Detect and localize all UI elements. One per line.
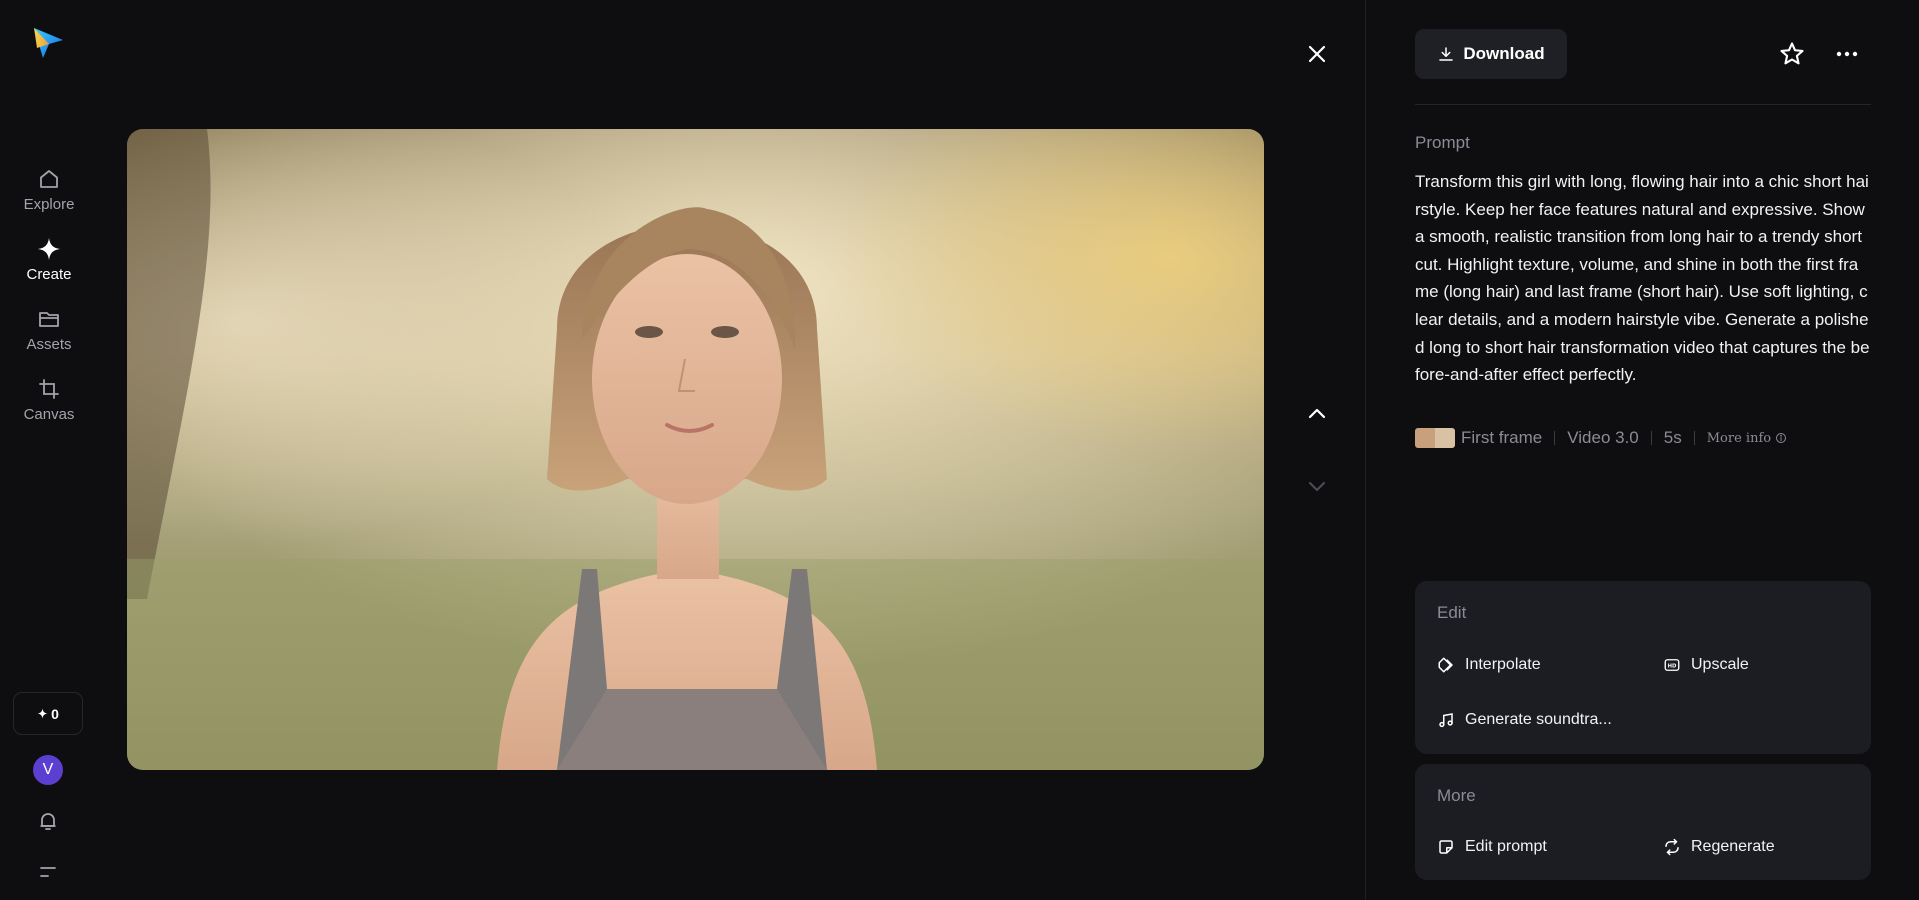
hd-icon: HD xyxy=(1663,656,1681,674)
svg-text:HD: HD xyxy=(1668,663,1677,669)
interpolate-button[interactable]: Interpolate xyxy=(1437,656,1541,674)
chevron-down-icon[interactable] xyxy=(1303,472,1331,500)
nav-label-create: Create xyxy=(26,266,72,283)
more-card-title: More xyxy=(1437,786,1476,805)
home-icon xyxy=(36,166,62,192)
bell-icon[interactable] xyxy=(36,809,60,833)
more-info-label: More info xyxy=(1706,430,1772,446)
generation-meta: First frame Video 3.0 5s More info xyxy=(1415,426,1787,450)
music-note-icon xyxy=(1437,711,1455,729)
regenerate-button[interactable]: Regenerate xyxy=(1663,838,1775,856)
credits-count: 0 xyxy=(51,705,59,722)
meta-separator xyxy=(1650,431,1652,445)
menu-icon[interactable] xyxy=(36,860,60,884)
first-frame-info[interactable]: First frame xyxy=(1415,428,1542,448)
interpolate-label: Interpolate xyxy=(1465,656,1541,673)
left-nav: Explore Create Assets Canvas 0 V xyxy=(0,0,98,900)
chevron-up-icon[interactable] xyxy=(1303,400,1331,428)
frame-label: First frame xyxy=(1461,428,1543,447)
nav-item-assets[interactable]: Assets xyxy=(0,306,98,366)
details-panel: Download Prompt Transform this girl with… xyxy=(1415,0,1871,900)
download-label: Download xyxy=(1463,44,1545,63)
meta-separator xyxy=(1554,431,1556,445)
edit-prompt-icon xyxy=(1437,838,1455,856)
model-label: Video 3.0 xyxy=(1567,428,1639,447)
panel-separator xyxy=(1415,104,1871,105)
more-options-icon[interactable] xyxy=(1833,40,1861,68)
download-icon xyxy=(1439,47,1454,61)
meta-separator xyxy=(1693,431,1695,445)
more-card: More Edit prompt Regenerate xyxy=(1415,764,1871,880)
nav-label-assets: Assets xyxy=(26,336,72,353)
media-viewer[interactable] xyxy=(127,129,1264,770)
edit-card: Edit Interpolate HD Upscale Generate sou… xyxy=(1415,581,1871,754)
nav-item-canvas[interactable]: Canvas xyxy=(0,376,98,436)
frame-thumbnails xyxy=(1415,428,1455,448)
regenerate-icon xyxy=(1663,838,1681,856)
crop-icon xyxy=(36,376,62,402)
nav-label-canvas: Canvas xyxy=(23,406,75,423)
info-icon xyxy=(1776,433,1787,443)
nav-label-explore: Explore xyxy=(23,196,75,213)
upscale-label: Upscale xyxy=(1691,656,1749,673)
panel-divider xyxy=(1365,0,1366,900)
interpolate-icon xyxy=(1437,656,1455,674)
avatar[interactable]: V xyxy=(33,755,63,785)
regenerate-label: Regenerate xyxy=(1691,838,1775,855)
app-logo-icon[interactable] xyxy=(31,26,65,60)
star-icon[interactable] xyxy=(1778,40,1806,68)
download-button[interactable]: Download xyxy=(1415,29,1567,79)
nav-item-explore[interactable]: Explore xyxy=(0,166,98,226)
edit-prompt-label: Edit prompt xyxy=(1465,838,1547,855)
prompt-label: Prompt xyxy=(1415,133,1470,152)
edit-prompt-button[interactable]: Edit prompt xyxy=(1437,838,1547,856)
more-info-link[interactable]: More info xyxy=(1707,431,1787,446)
nav-item-create[interactable]: Create xyxy=(0,236,98,296)
prompt-text: Transform this girl with long, flowing h… xyxy=(1415,172,1870,385)
duration-label: 5s xyxy=(1663,428,1682,447)
credit-sparkle-icon xyxy=(37,708,48,719)
close-icon[interactable] xyxy=(1303,40,1331,68)
edit-card-title: Edit xyxy=(1437,603,1467,622)
app-root: Explore Create Assets Canvas 0 V Downloa… xyxy=(0,0,1919,900)
generated-image xyxy=(127,129,1264,770)
folder-icon xyxy=(36,306,62,332)
sparkle-icon xyxy=(36,236,62,262)
upscale-button[interactable]: HD Upscale xyxy=(1663,656,1749,674)
credits-button[interactable]: 0 xyxy=(13,692,83,735)
generate-soundtrack-label: Generate soundtra... xyxy=(1465,711,1612,728)
generate-soundtrack-button[interactable]: Generate soundtra... xyxy=(1437,711,1612,729)
